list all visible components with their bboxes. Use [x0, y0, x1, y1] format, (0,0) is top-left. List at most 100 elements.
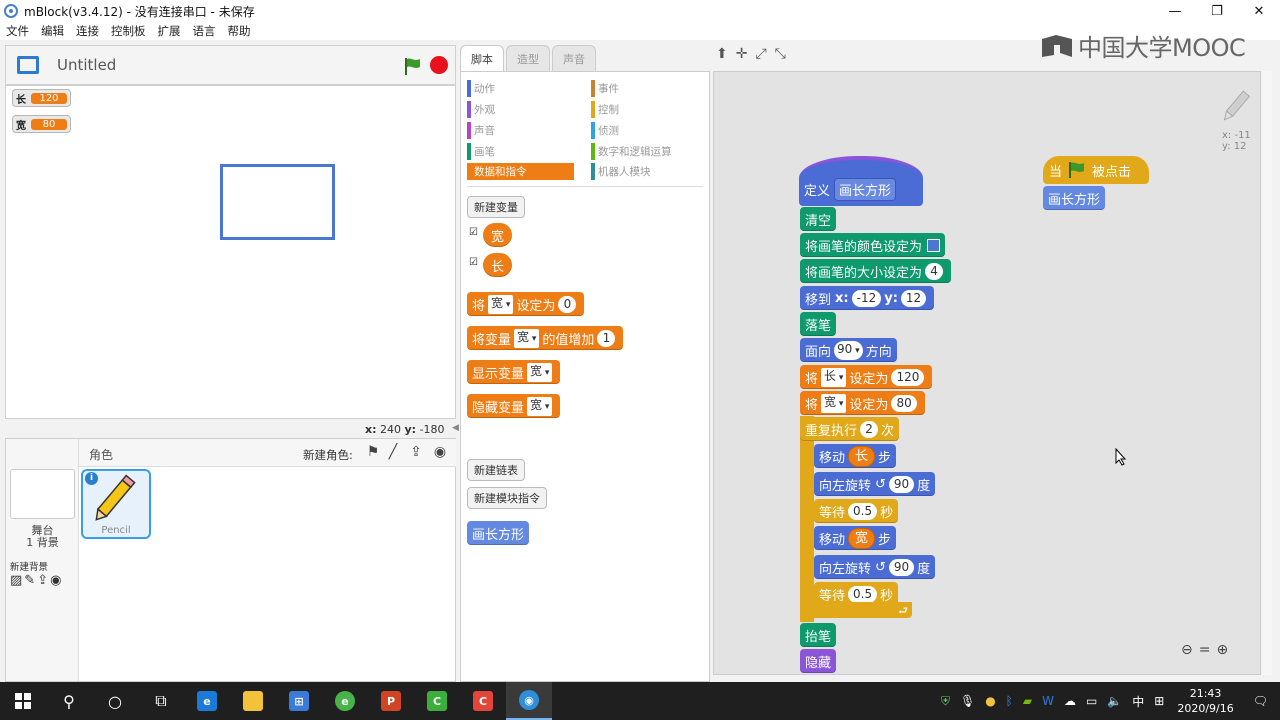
- script-area[interactable]: x: -11 y: 12 定义 画长方形 清空 将画笔的颜色设定为 将画笔的大小…: [713, 71, 1261, 675]
- menu-board[interactable]: 控制板: [111, 23, 146, 39]
- sprite-library-icon[interactable]: ⚑: [364, 444, 382, 460]
- sprite-card-pencil[interactable]: i Pencil: [81, 469, 151, 539]
- tab-sounds[interactable]: 声音: [552, 45, 596, 71]
- grow-tool-icon[interactable]: ⤢: [755, 46, 766, 62]
- value-input[interactable]: 80: [891, 394, 917, 412]
- tab-scripts[interactable]: 脚本: [460, 45, 504, 71]
- camtasia-green-icon[interactable]: C: [414, 682, 460, 720]
- start-button[interactable]: [0, 682, 46, 720]
- green-flag-icon[interactable]: [402, 56, 422, 76]
- palette-change-variable-block[interactable]: 将变量 宽 的值增加 1: [467, 326, 624, 350]
- system-clock[interactable]: 21:43 2020/9/16: [1177, 686, 1233, 716]
- upload-backdrop-icon[interactable]: ⇪: [37, 573, 50, 588]
- new-block-button[interactable]: 新建模块指令: [467, 487, 547, 509]
- sprite-info-icon[interactable]: i: [85, 472, 98, 485]
- file-explorer-icon[interactable]: [230, 682, 276, 720]
- project-title[interactable]: Untitled: [57, 56, 116, 74]
- seconds-input[interactable]: 0.5: [848, 502, 878, 520]
- camera-sprite-icon[interactable]: ◉: [431, 444, 449, 460]
- menu-connect[interactable]: 连接: [76, 23, 99, 39]
- onedrive-icon[interactable]: ☁: [1064, 694, 1076, 708]
- green-app-icon[interactable]: e: [322, 682, 368, 720]
- wps-icon[interactable]: W: [1042, 694, 1054, 708]
- goto-xy-block[interactable]: 移到 x: -12 y: 12: [800, 286, 935, 310]
- new-variable-button[interactable]: 新建变量: [467, 196, 525, 218]
- stop-icon[interactable]: [430, 56, 448, 74]
- category-sensing[interactable]: 侦测: [591, 122, 701, 139]
- direction-dropdown[interactable]: 90: [834, 340, 863, 360]
- variable-dropdown[interactable]: 宽: [514, 328, 540, 348]
- zoom-in-icon[interactable]: ⊕: [1216, 642, 1228, 658]
- zoom-out-icon[interactable]: ⊖: [1181, 642, 1193, 658]
- palette-variable-length[interactable]: 长: [483, 253, 513, 277]
- set-length-block[interactable]: 将 长 设定为 120: [800, 365, 933, 389]
- category-pen[interactable]: 画笔: [467, 143, 574, 160]
- variable-dropdown[interactable]: 宽: [527, 396, 553, 416]
- variable-dropdown[interactable]: 宽: [488, 294, 514, 314]
- microphone-icon[interactable]: 🎙: [960, 694, 975, 708]
- category-control[interactable]: 控制: [591, 101, 701, 118]
- pen-up-block[interactable]: 抬笔: [800, 623, 837, 647]
- variable-dropdown[interactable]: 宽: [527, 362, 553, 382]
- new-list-button[interactable]: 新建链表: [467, 459, 525, 481]
- menu-extensions[interactable]: 扩展: [158, 23, 181, 39]
- script-scrollbar[interactable]: [1262, 71, 1272, 675]
- value-input[interactable]: 120: [891, 368, 925, 386]
- volume-icon[interactable]: 🔈: [1107, 694, 1122, 708]
- minimize-button[interactable]: —: [1154, 0, 1196, 22]
- duplicate-tool-icon[interactable]: ⬆: [716, 46, 728, 62]
- repeat-count-input[interactable]: 2: [860, 420, 879, 438]
- pen-down-block[interactable]: 落笔: [800, 312, 837, 336]
- repeat-block[interactable]: 重复执行 2 次: [800, 417, 900, 441]
- store-icon[interactable]: ⊞: [276, 682, 322, 720]
- set-pen-size-block[interactable]: 将画笔的大小设定为 4: [800, 259, 952, 283]
- upload-sprite-icon[interactable]: ⇪: [407, 444, 425, 460]
- value-input[interactable]: 4: [925, 262, 944, 280]
- palette-show-variable-block[interactable]: 显示变量 宽: [467, 360, 561, 384]
- variable-checkbox-length[interactable]: ☑: [469, 257, 478, 268]
- task-view-icon[interactable]: ⧉: [138, 682, 184, 720]
- draw-backdrop-icon[interactable]: ✎: [24, 573, 37, 588]
- set-pen-color-block[interactable]: 将画笔的颜色设定为: [800, 233, 946, 257]
- category-data[interactable]: 数据和指令: [467, 163, 574, 180]
- length-reporter[interactable]: 长: [848, 445, 876, 467]
- cortana-icon[interactable]: ○: [92, 682, 138, 720]
- value-input[interactable]: 0: [558, 295, 577, 313]
- notification-icon[interactable]: 🗨: [1253, 694, 1268, 708]
- category-robots[interactable]: 机器人模块: [591, 163, 701, 180]
- width-reporter[interactable]: 宽: [848, 527, 876, 549]
- hide-block[interactable]: 隐藏: [800, 649, 837, 673]
- palette-hide-variable-block[interactable]: 隐藏变量 宽: [467, 394, 561, 418]
- define-prototype[interactable]: 画长方形: [834, 178, 897, 201]
- collapse-stage-arrow-icon[interactable]: ◀: [452, 423, 460, 435]
- degrees-input[interactable]: 90: [888, 475, 915, 493]
- paint-sprite-icon[interactable]: ╱: [384, 444, 402, 460]
- move-width-block[interactable]: 移动 宽 步: [814, 526, 897, 550]
- search-icon[interactable]: ⚲: [46, 682, 92, 720]
- menu-file[interactable]: 文件: [6, 23, 29, 39]
- bluetooth-icon[interactable]: ᛒ: [1006, 694, 1013, 708]
- ime-keyboard-icon[interactable]: ⊞: [1154, 694, 1164, 708]
- menu-help[interactable]: 帮助: [228, 23, 251, 39]
- category-events[interactable]: 事件: [591, 80, 701, 97]
- zoom-reset-icon[interactable]: =: [1199, 642, 1211, 658]
- seconds-input[interactable]: 0.5: [848, 585, 878, 603]
- pen-color-swatch[interactable]: [927, 238, 941, 252]
- menu-language[interactable]: 语言: [193, 23, 216, 39]
- category-looks[interactable]: 外观: [467, 101, 574, 118]
- stage-thumbnail[interactable]: [10, 469, 75, 519]
- camera-backdrop-icon[interactable]: ◉: [50, 573, 63, 588]
- network-icon[interactable]: ▭: [1086, 694, 1097, 708]
- ime-indicator[interactable]: 中: [1132, 693, 1144, 710]
- stage-canvas[interactable]: 长 120 宽 80: [5, 85, 456, 419]
- move-length-block[interactable]: 移动 长 步: [814, 444, 897, 468]
- y-input[interactable]: 12: [900, 289, 927, 307]
- variable-checkbox-width[interactable]: ☑: [469, 227, 478, 238]
- edge-browser-icon[interactable]: e: [184, 682, 230, 720]
- turn-left-block-2[interactable]: 向左旋转 ↺ 90 度: [814, 555, 936, 579]
- category-sound[interactable]: 声音: [467, 122, 574, 139]
- close-button[interactable]: ✕: [1238, 0, 1280, 22]
- call-custom-block[interactable]: 画长方形: [1043, 186, 1106, 210]
- when-flag-clicked-block[interactable]: 当 被点击: [1043, 156, 1149, 184]
- category-operators[interactable]: 数字和逻辑运算: [591, 143, 701, 160]
